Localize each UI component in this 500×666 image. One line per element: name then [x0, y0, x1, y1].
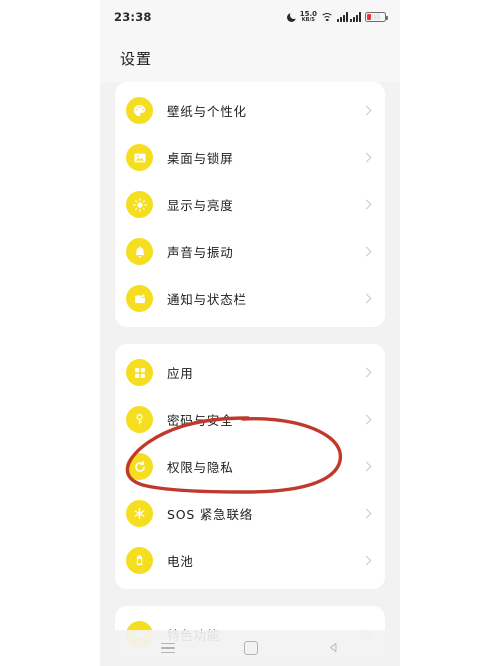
network-speed-indicator: 15.0 KB/S	[300, 10, 317, 24]
settings-card-personalization: 壁纸与个性化 桌面与锁屏 显示与亮度 声音与振动 通知与状态栏	[115, 82, 385, 327]
signal-icon-sim2	[350, 12, 361, 22]
signal-icon-group	[337, 12, 361, 22]
chevron-right-icon	[361, 367, 372, 378]
signal-icon-sim1	[337, 12, 348, 22]
status-bar: 23:38 15.0 KB/S 18	[100, 0, 400, 34]
chevron-right-icon	[361, 246, 372, 257]
status-bar-clock: 23:38	[114, 10, 152, 24]
chevron-right-icon	[361, 555, 372, 566]
back-button-icon[interactable]	[327, 639, 340, 658]
settings-card-apps-security: 应用 密码与安全 权限与隐私 SOS 紧急联络 电池	[115, 344, 385, 589]
screenshot-root: 23:38 15.0 KB/S 18 设置 壁纸与个性化 桌面与锁屏 显示与亮度…	[0, 0, 500, 666]
phone-screen: 23:38 15.0 KB/S 18 设置 壁纸与个性化 桌面与锁屏 显示与亮度…	[100, 0, 400, 666]
status-bar-icons: 15.0 KB/S 18	[286, 10, 388, 24]
key-icon	[126, 406, 153, 433]
settings-item-password-security[interactable]: 密码与安全	[115, 396, 385, 443]
grid-icon	[126, 359, 153, 386]
home-button-icon[interactable]	[243, 641, 258, 655]
settings-item-label: 显示与亮度	[167, 198, 234, 213]
sos-icon	[126, 500, 153, 527]
settings-item-permissions-privacy[interactable]: 权限与隐私	[115, 443, 385, 490]
settings-item-sos-emergency[interactable]: SOS 紧急联络	[115, 490, 385, 537]
settings-item-wallpaper[interactable]: 壁纸与个性化	[115, 87, 385, 134]
moon-icon	[286, 11, 298, 22]
settings-item-label: 电池	[167, 554, 194, 569]
bell-icon	[126, 238, 153, 265]
settings-item-label: 通知与状态栏	[167, 292, 247, 307]
wifi-icon	[320, 13, 334, 22]
image-icon	[126, 144, 153, 171]
network-speed-unit: KB/S	[301, 17, 315, 24]
recents-button-icon[interactable]	[160, 642, 175, 654]
privacy-icon	[126, 453, 153, 480]
settings-item-display-brightness[interactable]: 显示与亮度	[115, 181, 385, 228]
page-title: 设置	[120, 49, 153, 68]
settings-item-sound-vibration[interactable]: 声音与振动	[115, 228, 385, 275]
settings-item-label: 桌面与锁屏	[167, 151, 234, 166]
settings-list[interactable]: 壁纸与个性化 桌面与锁屏 显示与亮度 声音与振动 通知与状态栏 应用 密码与安全…	[100, 82, 400, 666]
chevron-right-icon	[361, 414, 372, 425]
settings-item-label: 密码与安全	[167, 413, 234, 428]
settings-item-apps[interactable]: 应用	[115, 349, 385, 396]
battery-percent-label: 18	[371, 13, 380, 21]
android-navigation-bar	[100, 630, 400, 666]
chevron-right-icon	[361, 105, 372, 116]
settings-item-label: SOS 紧急联络	[167, 507, 254, 522]
notification-icon	[126, 285, 153, 312]
settings-item-label: 壁纸与个性化	[167, 104, 247, 119]
chevron-right-icon	[361, 293, 372, 304]
chevron-right-icon	[361, 461, 372, 472]
battery-icon	[126, 547, 153, 574]
chevron-right-icon	[361, 508, 372, 519]
settings-item-battery[interactable]: 电池	[115, 537, 385, 584]
settings-item-desktop-lockscreen[interactable]: 桌面与锁屏	[115, 134, 385, 181]
settings-item-label: 声音与振动	[167, 245, 234, 260]
settings-item-label: 应用	[167, 366, 194, 381]
battery-icon: 18	[365, 11, 388, 23]
settings-item-label: 权限与隐私	[167, 460, 234, 475]
brightness-icon	[126, 191, 153, 218]
chevron-right-icon	[361, 152, 372, 163]
chevron-right-icon	[361, 199, 372, 210]
page-header: 设置	[100, 34, 400, 82]
settings-item-notifications-statusbar[interactable]: 通知与状态栏	[115, 275, 385, 322]
palette-icon	[126, 97, 153, 124]
